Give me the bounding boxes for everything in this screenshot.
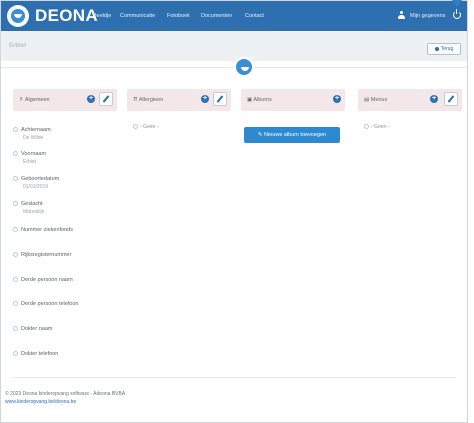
my-account-link[interactable]: Mijn gegevens: [410, 13, 445, 19]
radio-icon: [13, 301, 18, 306]
top-navbar: DEONA Beeldje Communicatie Fotoboek Docu…: [1, 1, 467, 31]
menus-empty: - Geen -: [364, 124, 389, 130]
column-title-allergieen: ⇈ Allergieen: [133, 97, 164, 103]
nav-link-beeldje[interactable]: Beeldje: [93, 13, 111, 19]
scroll-indicator-icon: [452, 0, 462, 7]
column-title-algemeen: ⇑ Algemeen: [19, 97, 50, 103]
value-voornaam: Erbiet: [23, 159, 37, 165]
radio-icon: [13, 176, 18, 181]
edit-button[interactable]: [99, 92, 113, 106]
radio-icon: [133, 124, 138, 129]
field-ziekenfonds: Nummer ziekenfonds: [13, 227, 73, 233]
allergieen-empty: - Geen -: [133, 124, 158, 130]
back-button[interactable]: Terug: [427, 43, 461, 55]
pencil-icon: [102, 95, 110, 103]
field-dokter-telefoon: Dokter telefoon: [13, 351, 58, 357]
column-header-albums: ▣ Albums +: [241, 89, 345, 111]
radio-icon: [13, 151, 18, 156]
back-button-label: Terug: [440, 46, 454, 52]
page-title: Erbiet: [9, 43, 27, 49]
radio-icon: [13, 201, 18, 206]
field-geslacht: Geslacht: [13, 201, 43, 207]
column-title-menus: ▤ Menus: [364, 97, 388, 103]
field-geboortedatum: Geboortedatum: [13, 176, 59, 182]
pencil-icon: [447, 95, 455, 103]
radio-icon: [364, 124, 369, 129]
user-icon[interactable]: [398, 11, 405, 19]
add-icon[interactable]: +: [87, 95, 95, 103]
add-icon[interactable]: +: [201, 95, 209, 103]
radio-icon: [13, 277, 18, 282]
radio-icon: [13, 127, 18, 132]
column-header-allergieen: ⇈ Allergieen +: [127, 89, 231, 111]
footer-divider: [11, 377, 457, 378]
pencil-icon: [216, 95, 224, 103]
value-geboortedatum: 01/01/2019: [23, 184, 49, 190]
value-achternaam: De Wilde: [23, 135, 44, 141]
add-icon[interactable]: +: [333, 95, 341, 103]
nav-link-documenten[interactable]: Documenten: [201, 13, 232, 19]
child-avatar[interactable]: [234, 57, 254, 77]
field-dokter-naam: Dokter naam: [13, 326, 53, 332]
column-header-menus: ▤ Menus +: [358, 89, 462, 111]
brand-name[interactable]: DEONA: [35, 6, 98, 26]
logo-icon[interactable]: [7, 5, 29, 27]
edit-button[interactable]: [213, 92, 227, 106]
footer-link[interactable]: www.kinderopvang.be/deona.be: [5, 399, 76, 405]
add-icon[interactable]: +: [430, 95, 438, 103]
column-title-albums: ▣ Albums: [247, 97, 272, 103]
field-achternaam: Achternaam: [13, 127, 51, 133]
field-rijksregisternummer: Rijksregisternummer: [13, 252, 71, 258]
field-derde-persoon-naam: Derde persoon naam: [13, 277, 73, 283]
edit-button[interactable]: [444, 92, 458, 106]
column-header-algemeen: ⇑ Algemeen +: [13, 89, 117, 111]
back-arrow-icon: [434, 47, 439, 51]
footer-copyright: © 2023 Deona kinderopvang software - Ade…: [5, 391, 126, 397]
radio-icon: [13, 227, 18, 232]
nav-link-contact[interactable]: Contact: [245, 13, 264, 19]
new-album-button[interactable]: ✎ Nieuwe album toevoegen: [244, 127, 340, 143]
nav-link-communicatie[interactable]: Communicatie: [120, 13, 155, 19]
field-voornaam: Voornaam: [13, 151, 46, 157]
value-geslacht: Mannelijk: [23, 209, 45, 215]
page-header: [1, 31, 467, 61]
radio-icon: [13, 252, 18, 257]
field-derde-persoon-telefoon: Derde persoon telefoon: [13, 301, 78, 307]
nav-link-fotoboek[interactable]: Fotoboek: [167, 13, 190, 19]
radio-icon: [13, 351, 18, 356]
app-window: DEONA Beeldje Communicatie Fotoboek Docu…: [0, 0, 468, 423]
logout-icon[interactable]: [453, 11, 461, 19]
radio-icon: [13, 326, 18, 331]
